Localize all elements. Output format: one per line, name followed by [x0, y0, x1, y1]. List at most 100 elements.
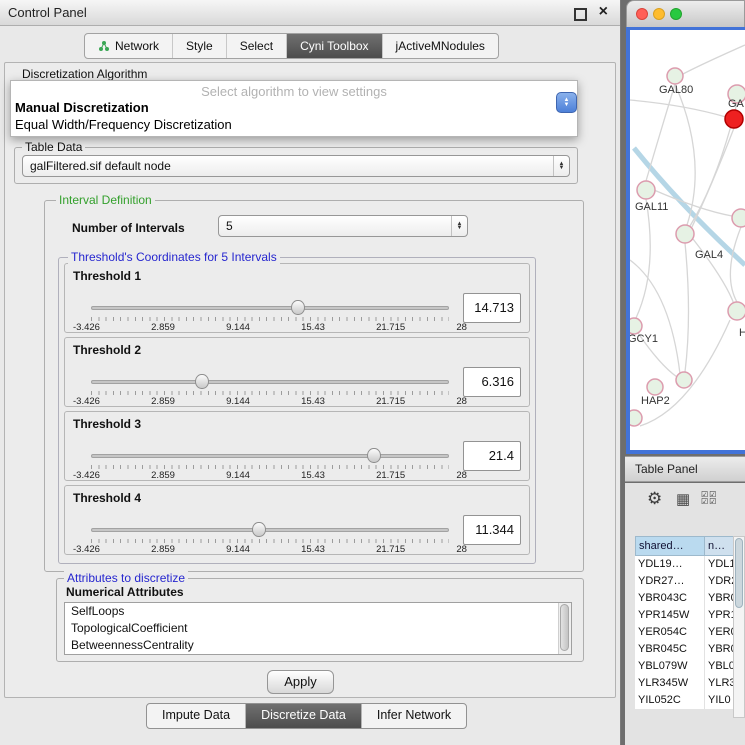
table-cell: YIL0	[705, 692, 735, 709]
combobox-value: galFiltered.sif default node	[23, 159, 553, 173]
table-cell: YDL1	[705, 556, 735, 573]
table-cell: YLR345W	[635, 675, 705, 692]
threshold-panel: Threshold 3 -3.4262.8599.14415.4321.7152…	[64, 411, 530, 481]
network-node[interactable]	[732, 209, 745, 227]
tick-label: 28	[456, 322, 467, 333]
slider-handle[interactable]	[291, 300, 305, 315]
threshold-slider[interactable]	[91, 300, 449, 316]
table-cell: YDR2	[705, 573, 735, 590]
tick-label: 9.144	[226, 396, 250, 407]
close-traffic-light[interactable]	[636, 8, 648, 20]
numerical-attributes-list[interactable]: SelfLoopsTopologicalCoefficientBetweenne…	[64, 602, 572, 655]
slider-track[interactable]	[91, 306, 449, 310]
tab-select[interactable]: Select	[226, 34, 286, 58]
table-row[interactable]: YBR045CYBR0	[635, 641, 735, 658]
column-header-shared-name[interactable]: shared…	[635, 536, 705, 556]
interval-definition-title: Interval Definition	[56, 193, 155, 207]
table-scrollbar[interactable]	[733, 536, 745, 718]
table-row[interactable]: YDL19…YDL1	[635, 556, 735, 573]
table-row[interactable]: YBR043CYBR0	[635, 590, 735, 607]
network-window-titlebar[interactable]	[626, 0, 745, 27]
attribute-list-item[interactable]: TopologicalCoefficient	[65, 620, 571, 637]
slider-handle[interactable]	[252, 522, 266, 537]
threshold-value-field[interactable]: 11.344	[463, 515, 521, 545]
algorithm-option-equal-width[interactable]: Equal Width/Frequency Discretization	[11, 116, 577, 133]
select-columns-icon[interactable]: ☑☑ ☑☑	[701, 491, 717, 505]
threshold-label: Threshold 2	[73, 343, 141, 357]
list-items: SelfLoopsTopologicalCoefficientBetweenne…	[65, 603, 571, 654]
threshold-value-field[interactable]: 6.316	[463, 367, 521, 397]
network-node[interactable]	[630, 318, 642, 334]
number-of-intervals-combobox[interactable]: 5 ▲ ▼	[218, 215, 468, 237]
column-header-name[interactable]: n…	[705, 536, 735, 556]
slider-handle[interactable]	[195, 374, 209, 389]
algorithm-group-title: Discretization Algorithm	[20, 67, 149, 81]
slider-track[interactable]	[91, 380, 449, 384]
attribute-list-item[interactable]: BetweennessCentrality	[65, 637, 571, 654]
tab-label: Style	[186, 35, 213, 57]
zoom-traffic-light[interactable]	[670, 8, 682, 20]
list-scrollbar[interactable]	[558, 603, 571, 654]
tab-infer-network[interactable]: Infer Network	[361, 704, 466, 728]
slider-tick-labels: -3.4262.8599.14415.4321.71528	[73, 470, 467, 481]
threshold-value-field[interactable]: 14.713	[463, 293, 521, 323]
node-table: shared… n… YDL19…YDL1YDR27…YDR2YBR043CYB…	[635, 536, 735, 709]
tick-label: 28	[456, 396, 467, 407]
tab-jactivemnodules[interactable]: jActiveMNodules	[382, 34, 498, 58]
slider-track[interactable]	[91, 528, 449, 532]
network-node-label: GAL80	[659, 84, 693, 96]
scrollbar-thumb[interactable]	[735, 538, 743, 608]
algorithm-option-manual[interactable]: Manual Discretization	[11, 99, 577, 116]
threshold-slider[interactable]	[91, 448, 449, 464]
table-cell: YPR1	[705, 607, 735, 624]
table-body: YDL19…YDL1YDR27…YDR2YBR043CYBR0YPR145WYP…	[635, 556, 735, 709]
float-window-icon[interactable]	[574, 8, 587, 21]
network-node[interactable]	[676, 372, 692, 388]
table-row[interactable]: YDR27…YDR2	[635, 573, 735, 590]
table-row[interactable]: YIL052CYIL0	[635, 692, 735, 709]
network-node[interactable]	[728, 302, 745, 320]
table-row[interactable]: YLR345WYLR3	[635, 675, 735, 692]
network-node-label: GCY1	[630, 333, 658, 345]
network-canvas[interactable]: GAL80GAGAL11GAL4GCY1HHAP2	[626, 27, 745, 454]
table-cell: YER0	[705, 624, 735, 641]
threshold-slider[interactable]	[91, 522, 449, 538]
table-row[interactable]: YBL079WYBL0	[635, 658, 735, 675]
threshold-value-field[interactable]: 21.4	[463, 441, 521, 471]
network-node[interactable]	[637, 181, 655, 199]
gear-icon[interactable]: ⚙	[647, 489, 662, 509]
scrollbar-thumb[interactable]	[560, 604, 569, 651]
table-data-combobox[interactable]: galFiltered.sif default node ▲ ▼	[22, 155, 570, 177]
tick-label: 2.859	[151, 470, 175, 481]
tab-network[interactable]: Network	[85, 34, 172, 58]
tab-label: Cyni Toolbox	[300, 35, 368, 57]
network-node[interactable]	[667, 68, 683, 84]
tick-label: 2.859	[151, 544, 175, 555]
algorithm-combobox-stepper[interactable]: ▲ ▼	[556, 92, 577, 113]
slider-handle[interactable]	[367, 448, 381, 463]
tab-style[interactable]: Style	[172, 34, 226, 58]
network-node[interactable]	[647, 379, 663, 395]
table-row[interactable]: YER054CYER0	[635, 624, 735, 641]
network-node-label: HAP2	[641, 395, 670, 407]
threshold-label: Threshold 3	[73, 417, 141, 431]
tab-discretize-data[interactable]: Discretize Data	[245, 704, 361, 728]
columns-icon[interactable]: ▦	[676, 490, 690, 508]
attribute-list-item[interactable]: SelfLoops	[65, 603, 571, 620]
tab-label: Select	[240, 35, 273, 57]
network-node[interactable]	[630, 410, 642, 426]
network-node[interactable]	[725, 110, 743, 128]
tick-label: 15.43	[301, 470, 325, 481]
threshold-slider[interactable]	[91, 374, 449, 390]
close-icon[interactable]: ×	[599, 3, 608, 21]
slider-track[interactable]	[91, 454, 449, 458]
tick-label: 15.43	[301, 544, 325, 555]
network-node[interactable]	[676, 225, 694, 243]
minimize-traffic-light[interactable]	[653, 8, 665, 20]
apply-button[interactable]: Apply	[267, 670, 334, 694]
tab-cyni-toolbox[interactable]: Cyni Toolbox	[286, 34, 381, 58]
checkbox-row-icon: ☑☑	[701, 497, 717, 506]
table-row[interactable]: YPR145WYPR1	[635, 607, 735, 624]
table-cell: YBR043C	[635, 590, 705, 607]
tab-impute-data[interactable]: Impute Data	[147, 704, 245, 728]
